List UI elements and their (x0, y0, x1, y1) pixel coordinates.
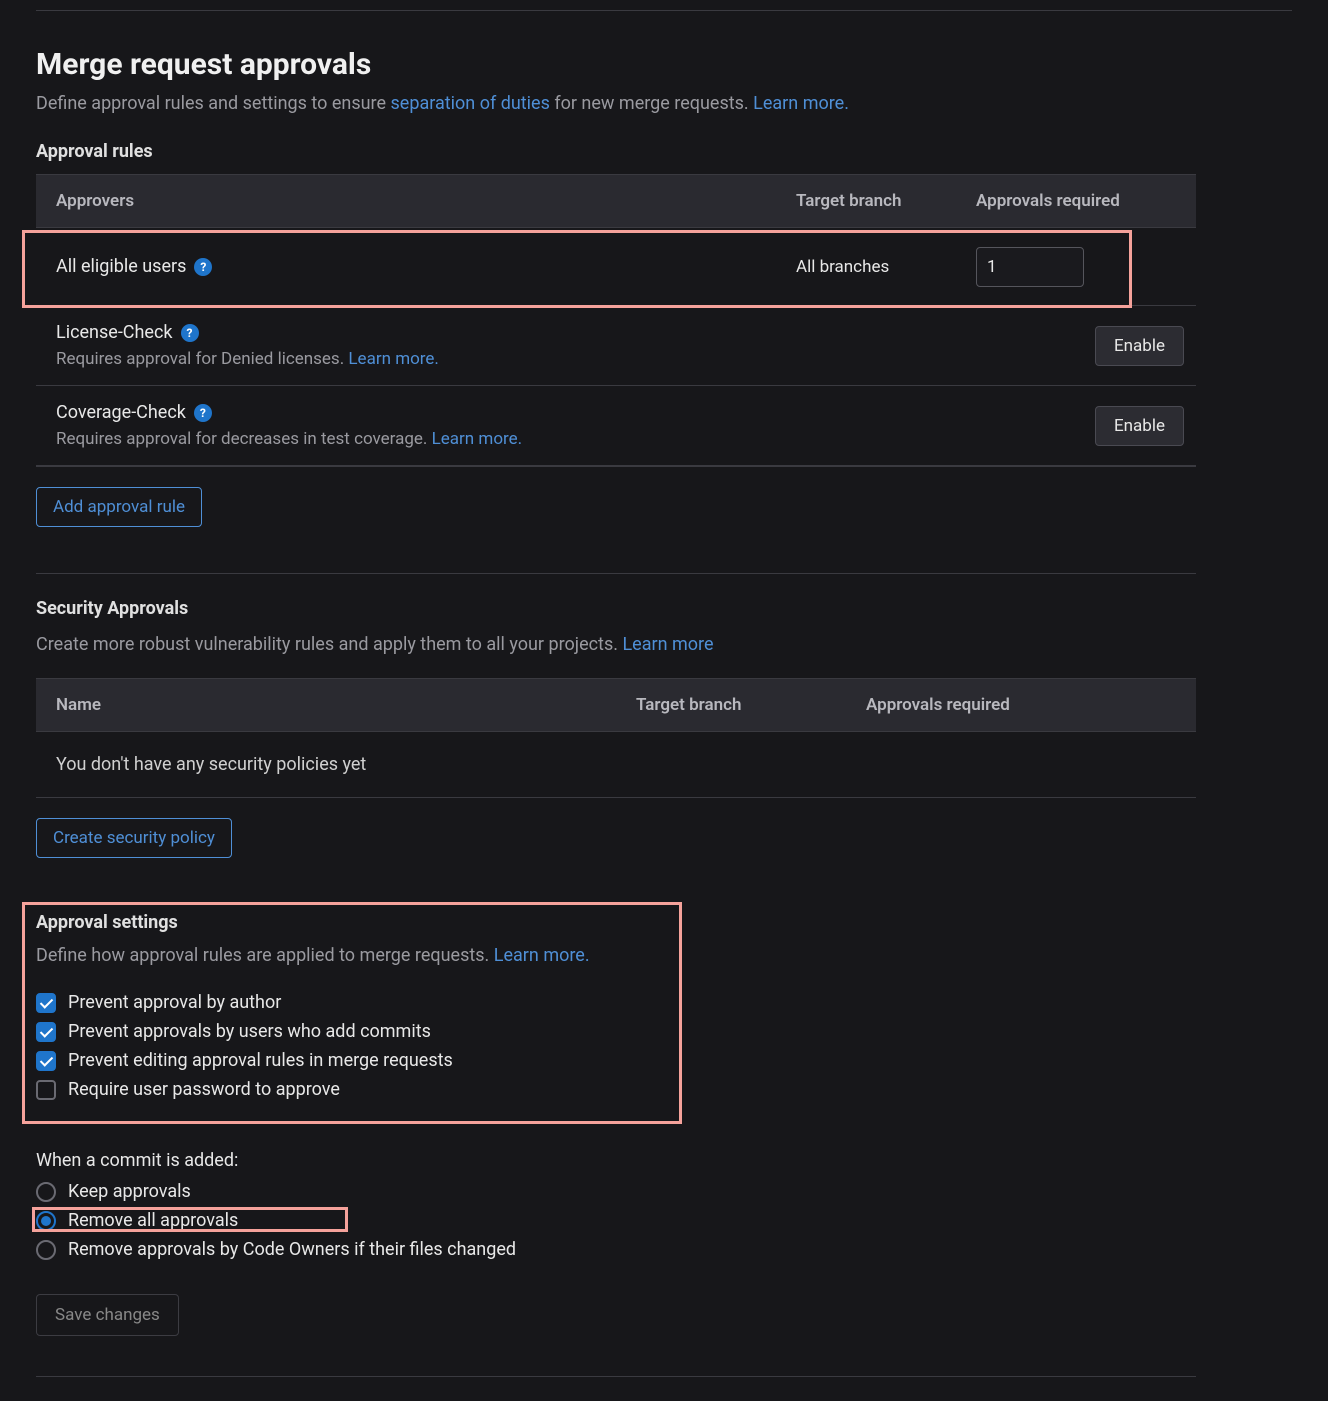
col-target-branch: Target branch (776, 175, 956, 227)
approval-settings-heading: Approval settings (36, 912, 668, 933)
learn-more-link[interactable]: Learn more. (753, 93, 849, 114)
radio-row: Keep approvals (36, 1181, 1292, 1202)
checkbox[interactable] (36, 1051, 56, 1071)
radio-row: Remove approvals by Code Owners if their… (36, 1239, 1292, 1260)
help-icon[interactable]: ? (194, 404, 212, 422)
commit-added-heading: When a commit is added: (36, 1150, 1292, 1171)
approval-rules-heading: Approval rules (36, 141, 1292, 162)
checkbox-label: Prevent editing approval rules in merge … (68, 1050, 453, 1071)
approval-settings-section: Approval settings Define how approval ru… (36, 912, 668, 1100)
radio[interactable] (36, 1211, 56, 1231)
security-policies-table: Name Target branch Approvals required Yo… (36, 678, 1196, 798)
security-description: Create more robust vulnerability rules a… (36, 631, 1292, 658)
radio-label: Remove approvals by Code Owners if their… (68, 1239, 516, 1260)
checkbox-label: Prevent approval by author (68, 992, 281, 1013)
enable-button[interactable]: Enable (1095, 406, 1184, 446)
checkbox-label: Prevent approvals by users who add commi… (68, 1021, 431, 1042)
col-name: Name (36, 679, 616, 731)
rule-target-branch: All branches (776, 241, 956, 293)
save-changes-button[interactable]: Save changes (36, 1294, 179, 1336)
approval-settings-description: Define how approval rules are applied to… (36, 945, 668, 966)
rule-title: License-Check (56, 322, 173, 343)
learn-more-link[interactable]: Learn more (622, 634, 713, 655)
desc-text: Define how approval rules are applied to… (36, 945, 494, 966)
checkbox[interactable] (36, 1080, 56, 1100)
table-header: Name Target branch Approvals required (36, 679, 1196, 731)
create-security-policy-button[interactable]: Create security policy (36, 818, 232, 858)
approval-rules-table: Approvers Target branch Approvals requir… (36, 174, 1196, 467)
add-approval-rule-button[interactable]: Add approval rule (36, 487, 202, 527)
desc-text: Create more robust vulnerability rules a… (36, 634, 622, 655)
radio-row: Remove all approvals (36, 1210, 1292, 1231)
checkbox-label: Require user password to approve (68, 1079, 340, 1100)
desc-text: Define approval rules and settings to en… (36, 93, 391, 114)
security-approvals-heading: Security Approvals (36, 598, 1292, 619)
rule-title: All eligible users (56, 256, 186, 277)
approvals-required-input[interactable] (976, 247, 1084, 287)
rule-title: Coverage-Check (56, 402, 186, 423)
radio[interactable] (36, 1240, 56, 1260)
checkbox-row: Prevent approvals by users who add commi… (36, 1021, 668, 1042)
separation-of-duties-link[interactable]: separation of duties (391, 93, 550, 114)
checkbox-row: Require user password to approve (36, 1079, 668, 1100)
learn-more-link[interactable]: Learn more. (348, 349, 439, 369)
desc-text: for new merge requests. (554, 93, 753, 114)
rule-subtext: Requires approval for Denied licenses. (56, 349, 348, 369)
learn-more-link[interactable]: Learn more. (494, 945, 590, 966)
section-description: Define approval rules and settings to en… (36, 90, 1292, 117)
col-target-branch: Target branch (616, 679, 846, 731)
section-title: Merge request approvals (36, 47, 1292, 82)
table-row: All eligible users ? All branches (36, 227, 1196, 305)
radio[interactable] (36, 1182, 56, 1202)
col-approvals-required: Approvals required (846, 679, 1196, 731)
checkbox-row: Prevent editing approval rules in merge … (36, 1050, 668, 1071)
help-icon[interactable]: ? (194, 258, 212, 276)
rule-subtext: Requires approval for decreases in test … (56, 429, 432, 449)
table-row: License-Check ? Requires approval for De… (36, 305, 1196, 385)
table-header: Approvers Target branch Approvals requir… (36, 175, 1196, 227)
checkbox[interactable] (36, 993, 56, 1013)
enable-button[interactable]: Enable (1095, 326, 1184, 366)
empty-state-text: You don't have any security policies yet (36, 731, 1196, 797)
table-row: Coverage-Check ? Requires approval for d… (36, 385, 1196, 466)
learn-more-link[interactable]: Learn more. (432, 429, 523, 449)
col-approvals-required: Approvals required (956, 175, 1196, 227)
col-approvers: Approvers (36, 175, 776, 227)
help-icon[interactable]: ? (181, 324, 199, 342)
radio-label: Remove all approvals (68, 1210, 238, 1231)
checkbox[interactable] (36, 1022, 56, 1042)
radio-label: Keep approvals (68, 1181, 191, 1202)
checkbox-row: Prevent approval by author (36, 992, 668, 1013)
